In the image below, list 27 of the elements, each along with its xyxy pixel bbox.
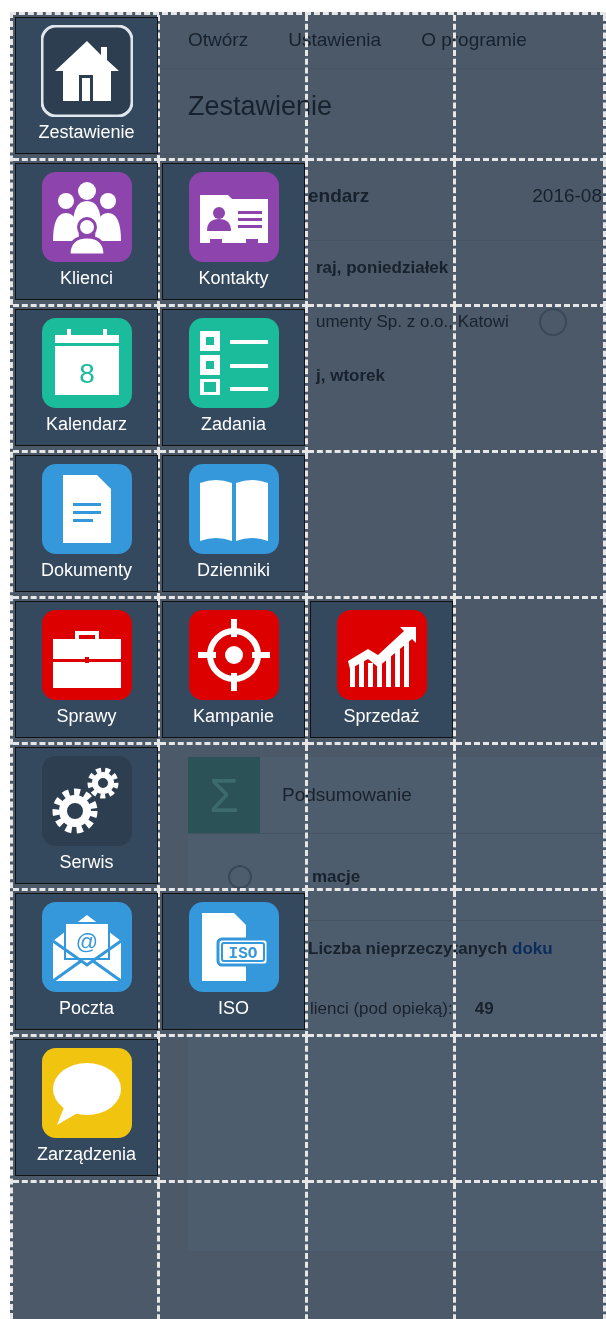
app-tile[interactable]: Sprzedaż [310, 601, 453, 738]
calendar-title: endarz [308, 185, 370, 208]
summary-title: Podsumowanie [282, 784, 412, 806]
clients-value: 49 [474, 999, 494, 1019]
calendar-icon: 8 [40, 317, 133, 409]
app-tile[interactable]: Zadania [162, 309, 305, 446]
app-tile[interactable]: Klienci [15, 163, 158, 300]
app-tile[interactable]: @ Poczta [15, 893, 158, 1030]
app-tile[interactable]: Kontakty [162, 163, 305, 300]
day-heading: raj, poniedziałek [316, 258, 449, 278]
app-tile[interactable]: ISO ISO [162, 893, 305, 1030]
circle-icon [538, 308, 567, 336]
app-tile[interactable]: Kampanie [162, 601, 305, 738]
envelope-icon: @ [40, 901, 133, 993]
app-tile[interactable]: Dzienniki [162, 455, 305, 592]
circle-icon [228, 865, 252, 889]
app-tile[interactable]: Sprawy [15, 601, 158, 738]
app-tile[interactable]: Zestawienie [15, 17, 158, 154]
section-title: macje [312, 867, 361, 887]
iso-file-icon: ISO [187, 901, 280, 993]
app-tile[interactable]: Dokumenty [15, 455, 158, 592]
date-text: 2016-08 [532, 185, 602, 208]
app-tile[interactable]: Zarządzenia [15, 1039, 158, 1176]
clients-label: lienci (pod opieką): [310, 999, 453, 1019]
app-tile[interactable]: Serwis [15, 747, 158, 884]
app-tile[interactable]: 8 Kalendarz [15, 309, 158, 446]
day-heading: j, wtorek [316, 366, 385, 386]
